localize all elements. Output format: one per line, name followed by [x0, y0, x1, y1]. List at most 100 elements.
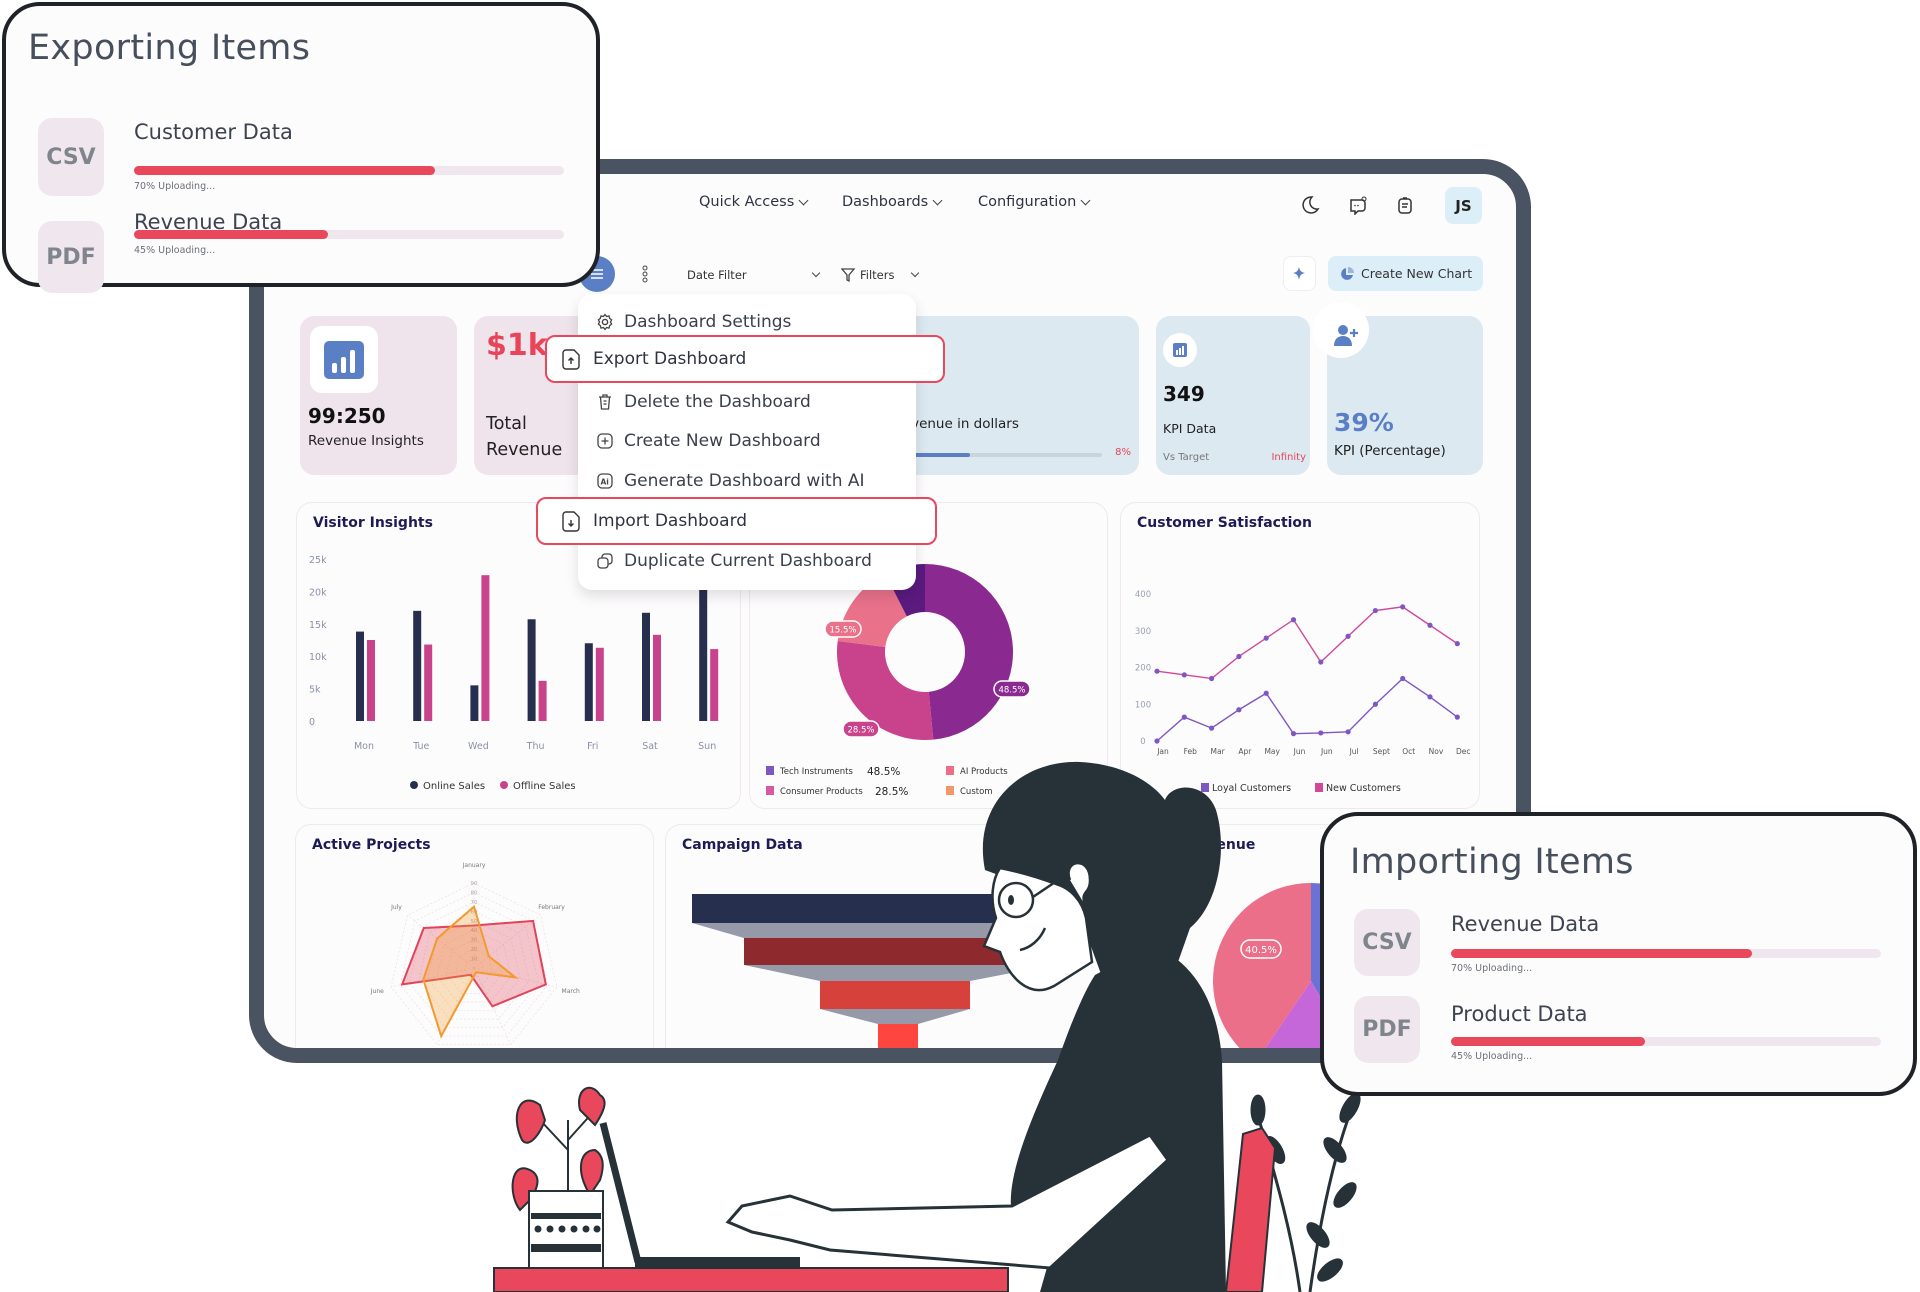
- upload-progress-bar: [1451, 1037, 1881, 1046]
- kpi-value: $1k: [486, 328, 548, 363]
- legend-label: Consumer Products: [780, 787, 863, 797]
- filters-label: Filters: [860, 268, 895, 282]
- filters-button[interactable]: Filters: [841, 265, 923, 285]
- file-export-icon: [562, 349, 580, 370]
- x-tick-label: May: [1264, 747, 1280, 756]
- x-tick-label: Wed: [468, 741, 489, 752]
- legend-marker: [500, 781, 508, 789]
- y-tick-label: 5k: [309, 685, 321, 696]
- chat-icon[interactable]: [1347, 194, 1369, 216]
- importing-items-panel: Importing Items CSV Revenue Data 70% Upl…: [1320, 812, 1917, 1096]
- menu-item-export-dashboard[interactable]: Export Dashboard: [545, 335, 945, 383]
- chair: [1224, 1126, 1277, 1292]
- bar-offline-sales: [424, 644, 433, 721]
- nav-quick-access[interactable]: Quick Access: [699, 194, 809, 210]
- bar-online-sales: [584, 643, 593, 721]
- x-tick-label: Thu: [526, 741, 545, 752]
- right-plant-illustration: [1250, 1093, 1361, 1292]
- menu-item-label: Delete the Dashboard: [624, 392, 811, 412]
- donut-data-label: 28.5%: [847, 726, 874, 736]
- file-name: Revenue Data: [1451, 912, 1600, 936]
- campaign-funnel-chart: [692, 894, 1104, 1048]
- bar-online-sales: [642, 612, 650, 721]
- legend-marker: [766, 786, 774, 795]
- funnel-stage-2: [744, 938, 1052, 965]
- legend-marker: [410, 781, 418, 789]
- bar-online-sales: [470, 685, 479, 721]
- y-tick-label: 15k: [309, 620, 327, 631]
- data-point: [1181, 672, 1187, 678]
- data-point: [1372, 701, 1378, 707]
- avatar[interactable]: JS: [1445, 187, 1482, 224]
- funnel-connector: [744, 965, 1052, 981]
- nav-dashboards[interactable]: Dashboards: [842, 194, 943, 210]
- bar-chart-icon: [310, 326, 378, 393]
- more-vertical-icon[interactable]: [638, 262, 652, 286]
- line-new-customers: [1156, 606, 1458, 680]
- chevron-down-icon: [798, 195, 809, 205]
- legend-label: Custom: [960, 787, 993, 797]
- legend-label: Offline Sales: [513, 781, 576, 792]
- menu-item-dashboard-settings[interactable]: Dashboard Settings: [596, 307, 791, 337]
- laptop-screen: [599, 1122, 642, 1263]
- donut-data-label: 48.5%: [998, 686, 1025, 696]
- chevron-down-icon: [1080, 195, 1091, 205]
- copy-icon: [597, 553, 613, 569]
- trash-icon: [599, 394, 611, 410]
- data-point: [1290, 617, 1297, 623]
- x-tick-label: Dec: [1456, 747, 1471, 756]
- donut-slice: [925, 564, 1014, 740]
- upload-status: 70% Uploading...: [134, 181, 216, 192]
- kpi-data: 349 KPI Data Vs Target Infinity: [1156, 316, 1310, 475]
- nav-configuration[interactable]: Configuration: [978, 194, 1091, 210]
- date-filter-select[interactable]: Date Filter: [687, 266, 821, 284]
- kpi-revenue-insights: 99:250 Revenue Insights: [300, 316, 457, 475]
- upload-status: 70% Uploading...: [1451, 963, 1533, 974]
- x-tick-label: Jul: [1349, 747, 1359, 756]
- data-point: [1209, 675, 1215, 682]
- x-tick-label: Sun: [698, 741, 716, 752]
- kpi-label: KPI Data: [1163, 421, 1217, 436]
- legend-value: 48.5%: [867, 766, 900, 778]
- clipboard-icon[interactable]: [1394, 194, 1416, 216]
- y-tick-label: 400: [1135, 590, 1151, 600]
- radar-tick-label: 90: [471, 881, 478, 887]
- data-point: [1263, 635, 1269, 641]
- legend-marker: [1201, 783, 1209, 792]
- menu-item-import-dashboard[interactable]: Import Dashboard: [536, 497, 937, 545]
- pie-chart-icon: [1341, 266, 1354, 280]
- data-point: [1345, 729, 1351, 735]
- menu-item-generate-ai[interactable]: Ai Generate Dashboard with AI: [596, 466, 865, 496]
- chevron-down-icon: [932, 195, 943, 205]
- desk: [493, 1267, 1009, 1292]
- menu-item-create-dashboard[interactable]: Create New Dashboard: [596, 426, 821, 456]
- legend-marker: [946, 786, 954, 795]
- ai-icon: Ai: [597, 473, 613, 489]
- legend-label: Loyal Customers: [1212, 783, 1291, 794]
- y-tick-label: 0: [309, 717, 315, 728]
- x-tick-label: Nov: [1429, 747, 1444, 756]
- data-point: [1236, 653, 1242, 660]
- radar-axis-label: June: [370, 988, 384, 995]
- radar-axis-label: January: [462, 862, 486, 869]
- create-new-chart-button[interactable]: Create New Chart: [1328, 256, 1483, 291]
- bar-offline-sales: [367, 640, 375, 721]
- moon-icon[interactable]: [1299, 194, 1321, 216]
- active-projects-card: Active Projects January February March June…: [295, 824, 654, 1048]
- menu-item-duplicate-dashboard[interactable]: Duplicate Current Dashboard: [596, 546, 872, 576]
- data-point: [1454, 714, 1460, 720]
- file-name: Customer Data: [134, 120, 293, 144]
- panel-title: Importing Items: [1350, 842, 1634, 882]
- panel-title: Exporting Items: [28, 28, 311, 68]
- data-point: [1290, 731, 1297, 737]
- upload-progress-bar: [1451, 949, 1881, 958]
- file-import-icon: [562, 511, 580, 532]
- menu-item-label: Import Dashboard: [593, 511, 748, 531]
- menu-item-delete-dashboard[interactable]: Delete the Dashboard: [596, 387, 811, 417]
- data-point: [1427, 622, 1433, 628]
- bar-offline-sales: [595, 647, 604, 721]
- x-tick-label: Oct: [1402, 747, 1415, 756]
- menu-item-label: Dashboard Settings: [624, 312, 792, 332]
- ai-sparkle-button[interactable]: [1283, 256, 1316, 291]
- kpi-label-line1: Total: [486, 414, 527, 434]
